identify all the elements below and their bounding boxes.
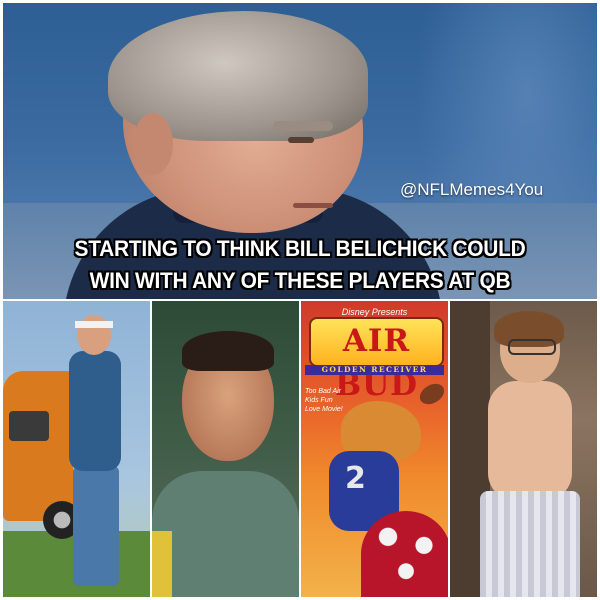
caption-line-2: WIN WITH ANY OF THESE PLAYERS AT QB bbox=[89, 268, 511, 293]
disney-presents: Disney Presents bbox=[341, 307, 408, 317]
glasses-icon bbox=[508, 339, 556, 355]
panel-van-player bbox=[3, 301, 150, 597]
meme-caption: STARTING TO THINK BILL BELICHICK COULD W… bbox=[24, 233, 576, 297]
caption-line-1: STARTING TO THINK BILL BELICHICK COULD bbox=[74, 236, 526, 261]
panel-air-bud-cover: Disney Presents AIR BUD GOLDEN RECEIVER … bbox=[301, 301, 448, 597]
meme-image: @NFLMemes4You STARTING TO THINK BILL BEL… bbox=[0, 0, 600, 600]
air-bud-tagline: Too Bad Air Kids Fun Love Movie! bbox=[305, 388, 343, 413]
watermark-handle: @NFLMemes4You bbox=[400, 180, 544, 199]
air-bud-subtitle: GOLDEN RECEIVER bbox=[305, 365, 444, 375]
air-bud-logo: AIR BUD bbox=[309, 317, 444, 403]
panel-boy bbox=[450, 301, 597, 597]
panel-smiling-player bbox=[152, 301, 299, 597]
